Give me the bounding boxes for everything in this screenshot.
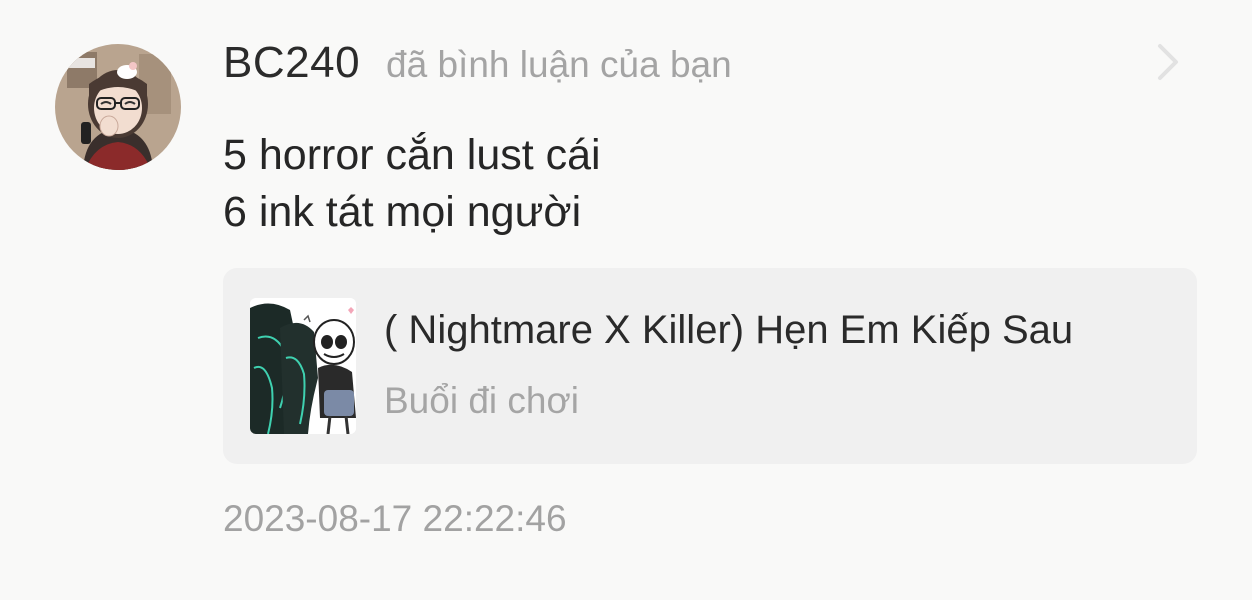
story-title: ( Nightmare X Killer) Hẹn Em Kiếp Sau: [384, 308, 1074, 352]
notification-action-text: đã bình luận của bạn: [386, 44, 732, 85]
user-avatar[interactable]: [55, 44, 181, 170]
chevron-right-icon[interactable]: [1150, 40, 1184, 84]
notification-timestamp: 2023-08-17 22:22:46: [223, 498, 567, 539]
notification-header: BC240 đã bình luận của bạn: [223, 38, 732, 94]
chapter-title: Buổi đi chơi: [384, 380, 579, 421]
story-card[interactable]: ( Nightmare X Killer) Hẹn Em Kiếp Sau Bu…: [223, 268, 1197, 464]
story-cover-thumbnail: [250, 298, 356, 434]
comment-line: 5 horror cắn lust cái: [223, 131, 601, 179]
username-link[interactable]: BC240: [223, 38, 360, 88]
story-cover-art: [250, 298, 356, 434]
comment-text: 5 horror cắn lust cái 6 ink tát mọi ngườ…: [223, 127, 601, 241]
comment-notification: BC240 đã bình luận của bạn 5 horror cắn …: [0, 0, 1252, 600]
avatar-illustration: [55, 44, 181, 170]
comment-line: 6 ink tát mọi người: [223, 188, 582, 236]
